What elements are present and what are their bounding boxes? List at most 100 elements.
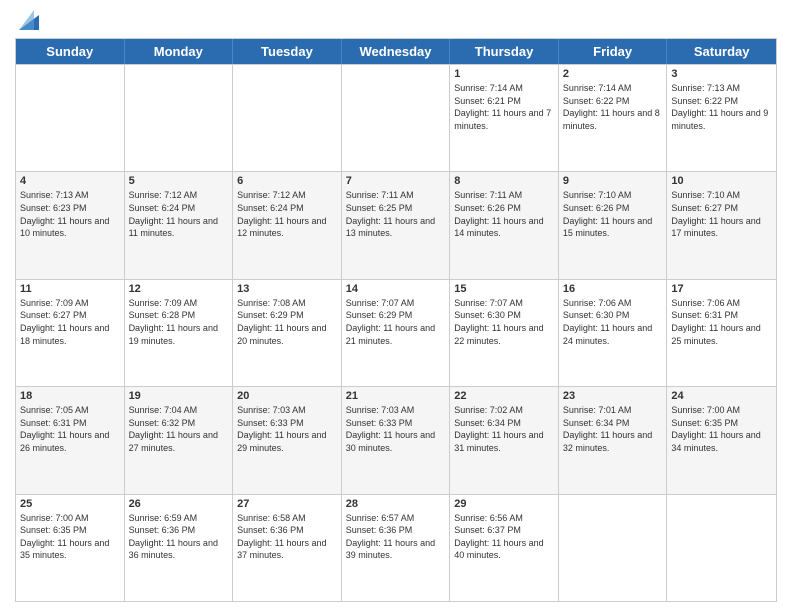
calendar-row: 1 Sunrise: 7:14 AM Sunset: 6:21 PM Daylig… [16,64,776,171]
calendar-cell: 22Sunrise: 7:02 AM Sunset: 6:34 PM Dayli… [450,387,559,493]
day-info: Sunrise: 7:00 AM Sunset: 6:35 PM Dayligh… [20,512,120,562]
calendar-cell: 10 Sunrise: 7:10 AM Sunset: 6:27 PM Dayli… [667,172,776,278]
day-info: Sunrise: 6:57 AM Sunset: 6:36 PM Dayligh… [346,512,446,562]
day-number: 28 [346,498,446,510]
day-number: 5 [129,175,229,187]
day-info: Sunrise: 7:01 AM Sunset: 6:34 PM Dayligh… [563,404,663,454]
weekday-header: Thursday [450,39,559,64]
day-number: 25 [20,498,120,510]
weekday-header: Friday [559,39,668,64]
calendar-cell: 29 Sunrise: 6:56 AM Sunset: 6:37 PM Dayli… [450,495,559,601]
day-info: Sunrise: 7:07 AM Sunset: 6:29 PM Dayligh… [346,297,446,347]
day-info: Sunrise: 7:12 AM Sunset: 6:24 PM Dayligh… [237,189,337,239]
day-number: 3 [671,68,772,80]
day-info: Sunrise: 7:14 AM Sunset: 6:22 PM Dayligh… [563,82,663,132]
calendar-row: 25 Sunrise: 7:00 AM Sunset: 6:35 PM Dayli… [16,494,776,601]
day-info: Sunrise: 7:00 AM Sunset: 6:35 PM Dayligh… [671,404,772,454]
weekday-header: Wednesday [342,39,451,64]
day-info: Sunrise: 7:04 AM Sunset: 6:32 PM Dayligh… [129,404,229,454]
calendar-cell: 2 Sunrise: 7:14 AM Sunset: 6:22 PM Daylig… [559,65,668,171]
calendar-row: 18 Sunrise: 7:05 AM Sunset: 6:31 PM Dayli… [16,386,776,493]
calendar-body: 1 Sunrise: 7:14 AM Sunset: 6:21 PM Daylig… [16,64,776,601]
day-info: Sunrise: 7:10 AM Sunset: 6:27 PM Dayligh… [671,189,772,239]
page: SundayMondayTuesdayWednesdayThursdayFrid… [0,0,792,612]
day-number: 12 [129,283,229,295]
day-info: Sunrise: 6:59 AM Sunset: 6:36 PM Dayligh… [129,512,229,562]
weekday-header: Tuesday [233,39,342,64]
calendar-cell: 19 Sunrise: 7:04 AM Sunset: 6:32 PM Dayli… [125,387,234,493]
calendar-cell [667,495,776,601]
day-info: Sunrise: 7:13 AM Sunset: 6:23 PM Dayligh… [20,189,120,239]
calendar-cell: 8 Sunrise: 7:11 AM Sunset: 6:26 PM Daylig… [450,172,559,278]
day-info: Sunrise: 7:09 AM Sunset: 6:28 PM Dayligh… [129,297,229,347]
day-info: Sunrise: 7:06 AM Sunset: 6:30 PM Dayligh… [563,297,663,347]
day-number: 8 [454,175,554,187]
day-number: 6 [237,175,337,187]
day-number: 14 [346,283,446,295]
day-number: 4 [20,175,120,187]
day-info: Sunrise: 7:03 AM Sunset: 6:33 PM Dayligh… [237,404,337,454]
calendar-cell: 6 Sunrise: 7:12 AM Sunset: 6:24 PM Daylig… [233,172,342,278]
calendar-cell: 17 Sunrise: 7:06 AM Sunset: 6:31 PM Dayli… [667,280,776,386]
day-info: Sunrise: 7:13 AM Sunset: 6:22 PM Dayligh… [671,82,772,132]
day-number: 15 [454,283,554,295]
day-number: 16 [563,283,663,295]
day-info: Sunrise: 7:11 AM Sunset: 6:26 PM Dayligh… [454,189,554,239]
calendar-row: 11 Sunrise: 7:09 AM Sunset: 6:27 PM Dayli… [16,279,776,386]
day-number: 11 [20,283,120,295]
day-number: 19 [129,390,229,402]
calendar-cell: 27 Sunrise: 6:58 AM Sunset: 6:36 PM Dayli… [233,495,342,601]
calendar-cell: 11 Sunrise: 7:09 AM Sunset: 6:27 PM Dayli… [16,280,125,386]
day-number: 27 [237,498,337,510]
day-number: 17 [671,283,772,295]
logo [15,10,39,30]
day-info: Sunrise: 7:06 AM Sunset: 6:31 PM Dayligh… [671,297,772,347]
weekday-header: Sunday [16,39,125,64]
calendar-cell: 18 Sunrise: 7:05 AM Sunset: 6:31 PM Dayli… [16,387,125,493]
day-number: 29 [454,498,554,510]
day-number: 18 [20,390,120,402]
weekday-header: Saturday [667,39,776,64]
logo-icon [19,10,39,30]
calendar-cell: 12 Sunrise: 7:09 AM Sunset: 6:28 PM Dayli… [125,280,234,386]
calendar-cell: 23Sunrise: 7:01 AM Sunset: 6:34 PM Dayli… [559,387,668,493]
day-info: Sunrise: 7:10 AM Sunset: 6:26 PM Dayligh… [563,189,663,239]
calendar-cell: 13Sunrise: 7:08 AM Sunset: 6:29 PM Dayli… [233,280,342,386]
header [15,10,777,30]
calendar-row: 4 Sunrise: 7:13 AM Sunset: 6:23 PM Daylig… [16,171,776,278]
day-info: Sunrise: 7:14 AM Sunset: 6:21 PM Dayligh… [454,82,554,132]
day-number: 24 [671,390,772,402]
calendar-header: SundayMondayTuesdayWednesdayThursdayFrid… [16,39,776,64]
calendar-cell: 7 Sunrise: 7:11 AM Sunset: 6:25 PM Daylig… [342,172,451,278]
day-info: Sunrise: 7:11 AM Sunset: 6:25 PM Dayligh… [346,189,446,239]
calendar-cell: 1 Sunrise: 7:14 AM Sunset: 6:21 PM Daylig… [450,65,559,171]
day-info: Sunrise: 6:56 AM Sunset: 6:37 PM Dayligh… [454,512,554,562]
calendar-cell: 5 Sunrise: 7:12 AM Sunset: 6:24 PM Daylig… [125,172,234,278]
day-number: 10 [671,175,772,187]
calendar-cell: 28 Sunrise: 6:57 AM Sunset: 6:36 PM Dayli… [342,495,451,601]
calendar-cell: 16 Sunrise: 7:06 AM Sunset: 6:30 PM Dayli… [559,280,668,386]
calendar: SundayMondayTuesdayWednesdayThursdayFrid… [15,38,777,602]
calendar-cell: 3 Sunrise: 7:13 AM Sunset: 6:22 PM Daylig… [667,65,776,171]
weekday-header: Monday [125,39,234,64]
calendar-cell: 9 Sunrise: 7:10 AM Sunset: 6:26 PM Daylig… [559,172,668,278]
day-number: 1 [454,68,554,80]
calendar-cell [342,65,451,171]
day-number: 7 [346,175,446,187]
calendar-cell: 24 Sunrise: 7:00 AM Sunset: 6:35 PM Dayli… [667,387,776,493]
day-number: 9 [563,175,663,187]
calendar-cell: 4 Sunrise: 7:13 AM Sunset: 6:23 PM Daylig… [16,172,125,278]
day-info: Sunrise: 7:09 AM Sunset: 6:27 PM Dayligh… [20,297,120,347]
day-info: Sunrise: 7:05 AM Sunset: 6:31 PM Dayligh… [20,404,120,454]
day-number: 2 [563,68,663,80]
day-info: Sunrise: 6:58 AM Sunset: 6:36 PM Dayligh… [237,512,337,562]
calendar-cell: 21Sunrise: 7:03 AM Sunset: 6:33 PM Dayli… [342,387,451,493]
day-info: Sunrise: 7:08 AM Sunset: 6:29 PM Dayligh… [237,297,337,347]
calendar-cell: 25 Sunrise: 7:00 AM Sunset: 6:35 PM Dayli… [16,495,125,601]
calendar-cell: 26Sunrise: 6:59 AM Sunset: 6:36 PM Dayli… [125,495,234,601]
day-number: 20 [237,390,337,402]
calendar-cell: 15 Sunrise: 7:07 AM Sunset: 6:30 PM Dayli… [450,280,559,386]
day-info: Sunrise: 7:07 AM Sunset: 6:30 PM Dayligh… [454,297,554,347]
day-info: Sunrise: 7:12 AM Sunset: 6:24 PM Dayligh… [129,189,229,239]
calendar-cell [125,65,234,171]
